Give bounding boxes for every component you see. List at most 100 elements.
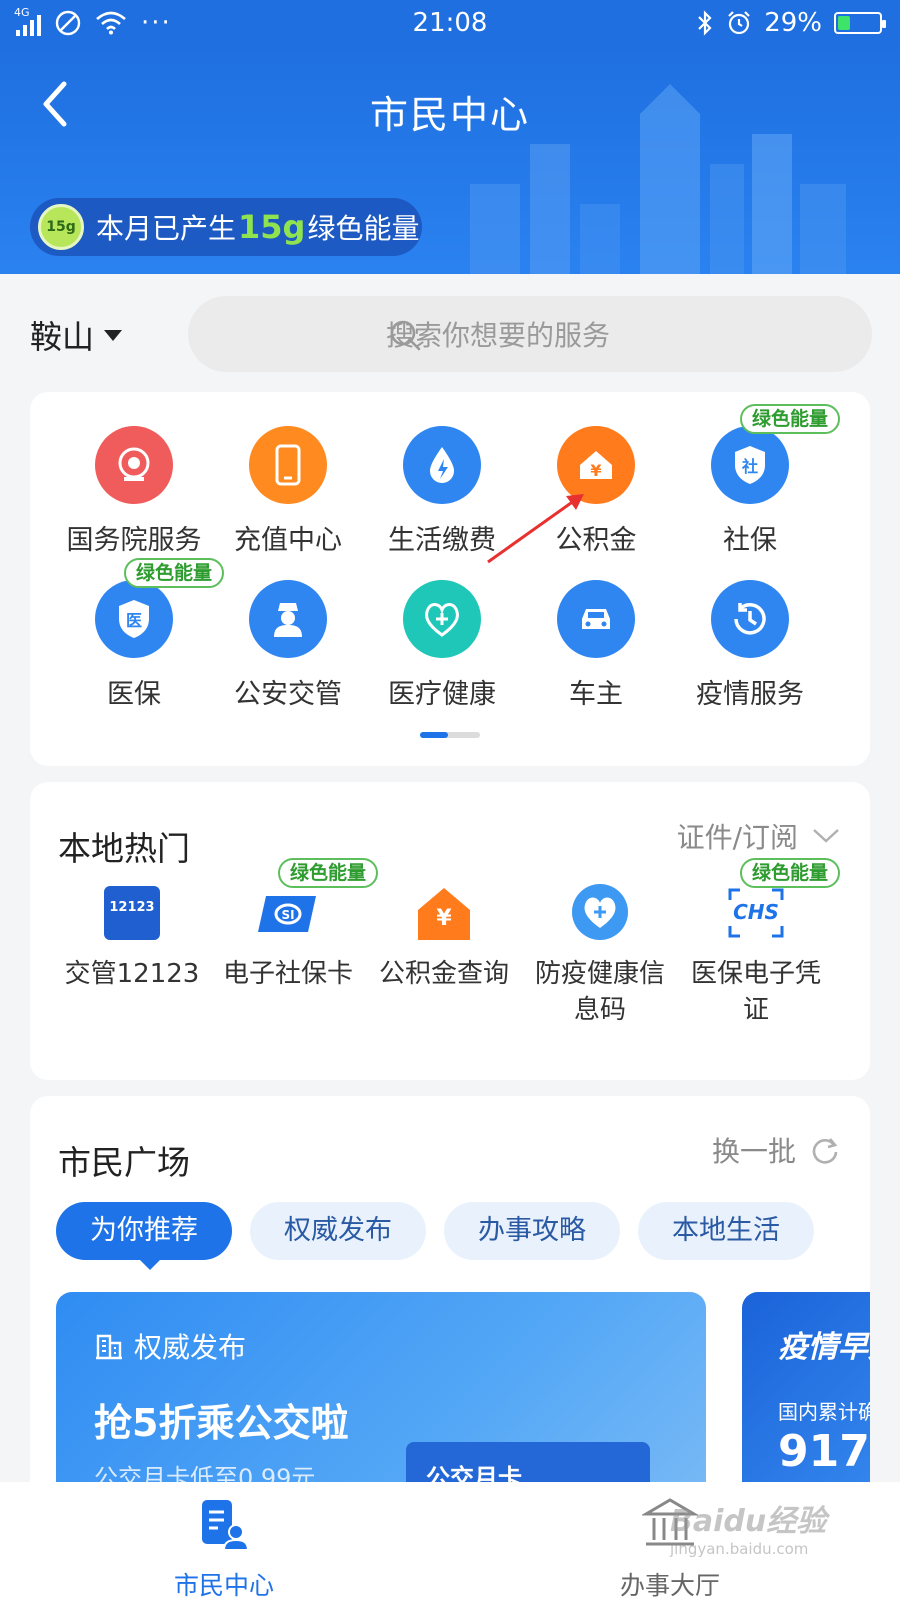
service-medical-insurance[interactable]: 医 医保 — [54, 580, 214, 711]
status-bar: 4G ··· 21:08 29% — [0, 0, 900, 46]
service-label: 疫情服务 — [696, 679, 804, 710]
watermark-url: jingyan.baidu.com — [670, 1540, 809, 1558]
energy-suffix: 绿色能量 — [307, 212, 420, 245]
search-icon — [390, 320, 421, 351]
state-council-icon — [95, 426, 173, 504]
chs-icon: CHS — [726, 886, 786, 940]
medical-insurance-icon: 医 — [95, 580, 173, 658]
hot-item-label: 医保电子凭证 — [690, 959, 821, 1025]
feature-headline: 抢5折乘公交啦 — [94, 1401, 349, 1445]
service-label: 医疗健康 — [388, 679, 496, 710]
energy-amount: 15g — [238, 208, 306, 246]
green-energy-tag: 绿色能量 — [740, 858, 841, 888]
svg-text:¥: ¥ — [590, 461, 601, 480]
icon-text: ¥ — [436, 906, 452, 931]
hot-item-social-card[interactable]: SI 电子社保卡 — [210, 886, 366, 992]
battery-percent: 29% — [764, 8, 822, 38]
traffic-12123-icon: 12123 — [104, 886, 160, 940]
tab-recommended[interactable]: 为你推荐 — [56, 1202, 232, 1270]
section-title: 本地热门 — [58, 829, 190, 868]
service-state-council[interactable]: 国务院服务 — [54, 426, 214, 557]
clock-icon — [711, 580, 789, 658]
hot-item-label: 公积金查询 — [378, 959, 509, 989]
icon-text: CHS — [733, 900, 779, 924]
nav-label: 办事大厅 — [619, 1571, 720, 1600]
car-icon — [557, 580, 635, 658]
bluetooth-icon — [698, 10, 712, 36]
subscribe-link[interactable]: 证件/订阅 — [677, 816, 840, 856]
energy-badge-icon: 15g — [38, 204, 84, 250]
refresh-label: 换一批 — [711, 1135, 796, 1168]
refresh-batch-button[interactable]: 换一批 — [712, 1130, 840, 1170]
service-health[interactable]: 医疗健康 — [362, 580, 522, 711]
svg-text:医: 医 — [126, 611, 142, 630]
svg-text:SI: SI — [281, 908, 294, 922]
hot-item-fund-query[interactable]: ¥ 公积金查询 — [366, 886, 522, 992]
caret-down-icon — [104, 329, 123, 341]
alarm-icon — [728, 11, 750, 35]
city-name: 鞍山 — [30, 318, 95, 356]
feature-card[interactable]: 权威发布 抢5折乘公交啦 公交月卡低至0.99元 公交月卡 — [56, 1292, 706, 1496]
tab-official[interactable]: 权威发布 — [250, 1202, 426, 1260]
green-energy-tag: 绿色能量 — [740, 404, 841, 434]
police-icon — [249, 580, 327, 658]
page-indicator-active — [420, 732, 448, 738]
chevron-down-icon — [813, 829, 839, 843]
city-selector[interactable]: 鞍山 — [30, 312, 123, 358]
tab-guides[interactable]: 办事攻略 — [444, 1202, 620, 1260]
hot-item-label: 防疫健康信息码 — [534, 959, 665, 1025]
service-label: 国务院服务 — [66, 525, 202, 556]
page-title: 市民中心 — [369, 93, 530, 137]
svg-text:社: 社 — [741, 457, 758, 476]
nav-label: 市民中心 — [173, 1571, 274, 1600]
watermark-brand: Baidu经验 — [670, 1504, 827, 1539]
citizen-plaza-section: 市民广场 换一批 为你推荐 权威发布 办事攻略 本地生活 权威发布 抢5折乘公交… — [30, 1096, 870, 1496]
service-police-traffic[interactable]: 公安交管 — [208, 580, 368, 711]
hot-item-label: 交管12123 — [64, 959, 200, 989]
phone-icon — [249, 426, 327, 504]
hot-item-label: 电子社保卡 — [222, 959, 353, 989]
battery-icon — [834, 12, 886, 34]
green-energy-banner[interactable]: 15g 本月已产生 15g 绿色能量 — [30, 198, 422, 256]
side-card-subtitle: 国内累计确 — [778, 1400, 870, 1424]
housing-fund-query-icon: ¥ — [414, 886, 474, 940]
search-input[interactable]: 搜索你想要的服务 — [188, 296, 872, 372]
service-label: 医保 — [107, 679, 161, 710]
plaza-tabs: 为你推荐 权威发布 办事攻略 本地生活 — [56, 1202, 814, 1270]
health-icon — [403, 580, 481, 658]
service-label: 车主 — [569, 679, 623, 710]
app-header: 市民中心 15g 本月已产生 15g 绿色能量 — [0, 46, 900, 274]
baidu-watermark: Baidu经验 jingyan.baidu.com — [670, 1496, 826, 1558]
feature-tag-label: 权威发布 — [134, 1331, 247, 1364]
annotation-arrow-icon — [487, 494, 584, 564]
energy-prefix: 本月已产生 — [96, 212, 237, 245]
hot-item-health-code[interactable]: 防疫健康信息码 — [522, 884, 678, 1028]
subscribe-label: 证件/订阅 — [676, 821, 798, 854]
citizen-center-icon — [202, 1500, 250, 1551]
service-label: 社保 — [723, 525, 777, 556]
service-label: 充值中心 — [234, 525, 342, 556]
battery-level — [838, 16, 850, 30]
hot-item-chs[interactable]: CHS 医保电子凭证 — [678, 886, 834, 1028]
service-social-security[interactable]: 社 社保 — [670, 426, 830, 557]
green-energy-tag: 绿色能量 — [278, 858, 379, 888]
hot-item-traffic[interactable]: 12123 交管12123 — [54, 886, 210, 992]
feature-tag: 权威发布 — [94, 1326, 246, 1366]
building-icon — [96, 1334, 122, 1360]
service-car-owner[interactable]: 车主 — [516, 580, 676, 711]
service-recharge[interactable]: 充值中心 — [208, 426, 368, 557]
service-grid: 国务院服务 充值中心 生活缴费 ¥ 公积金 社 社保 绿色能量 医 医保 绿色能… — [30, 392, 870, 766]
epidemic-news-card[interactable]: 疫情早知 国内累计确 9177 — [742, 1292, 870, 1496]
nav-citizen-center[interactable]: 市民中心 — [114, 1496, 334, 1600]
icon-text: 12123 — [109, 900, 155, 915]
status-right: 29% — [696, 8, 886, 38]
service-epidemic[interactable]: 疫情服务 — [670, 580, 830, 711]
page-indicator — [420, 732, 480, 738]
tab-local-life[interactable]: 本地生活 — [638, 1202, 814, 1260]
social-card-icon: SI — [258, 886, 318, 940]
health-code-icon — [570, 884, 630, 940]
refresh-icon — [812, 1138, 838, 1164]
water-drop-icon — [403, 426, 481, 504]
local-hot-section: 本地热门 证件/订阅 12123 交管12123 SI 电子社保卡 绿色能量 ¥… — [30, 782, 870, 1080]
social-security-icon: 社 — [711, 426, 789, 504]
